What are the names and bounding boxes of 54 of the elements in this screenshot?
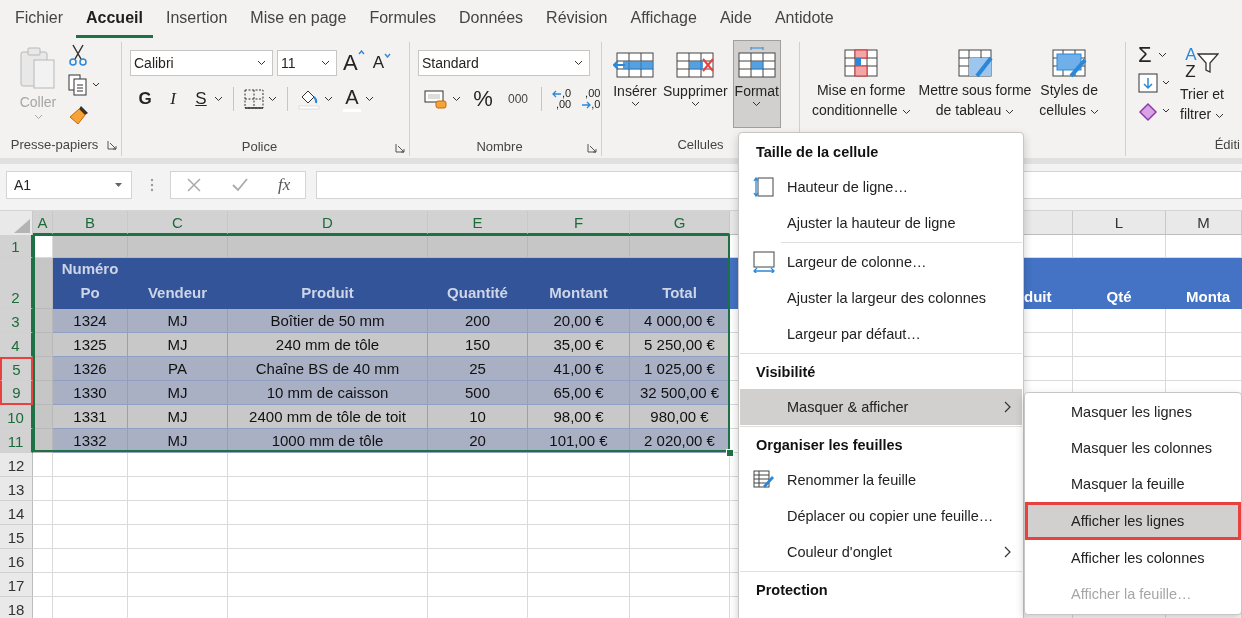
table-header-cell: Quantité (428, 258, 528, 309)
table-cell: 32 500,00 € (630, 381, 730, 405)
table-cell: 20 (428, 429, 528, 453)
table-header-cell: Qté (1073, 258, 1166, 309)
table-cell: 101,00 € (528, 429, 630, 453)
table-header-cell: Total (630, 258, 730, 309)
table-cell: 41,00 € (528, 357, 630, 381)
table-cell: MJ (128, 333, 228, 357)
table-cell: PA (128, 357, 228, 381)
group-label: Cellules (677, 136, 724, 152)
table-cell: 35,00 € (528, 333, 630, 357)
table-cell: 980,00 € (630, 405, 730, 429)
table-cell: 200 (428, 309, 528, 333)
table-cell: MJ (128, 429, 228, 453)
table-header-cell: Vendeur (128, 258, 228, 309)
group-label: Police (241, 139, 278, 155)
table-cell: MJ (128, 309, 228, 333)
table-cell: 10 (428, 405, 528, 429)
table-cell: MJ (128, 381, 228, 405)
table-cell: MJ (128, 405, 228, 429)
table-header-cell: Monta (1166, 258, 1242, 309)
table-cell: 65,00 € (528, 381, 630, 405)
table-cell: 1332 (53, 429, 128, 453)
table-header-cell: Numéro Po (53, 258, 128, 309)
table-cell: 1000 mm de tôle (228, 429, 428, 453)
menu-heading: Visibilité (755, 363, 817, 382)
table-header-cell: Montant (528, 258, 630, 309)
table-header-cell: duit (1022, 258, 1073, 309)
table-cell: Chaîne BS de 40 mm (228, 357, 428, 381)
table-cell: 1324 (53, 309, 128, 333)
table-cell: 4 000,00 € (630, 309, 730, 333)
table-cell: 98,00 € (528, 405, 630, 429)
table-header-cell: Produit (228, 258, 428, 309)
table-cell: 240 mm de tôle (228, 333, 428, 357)
table-cell: 25 (428, 357, 528, 381)
group-label: Nombre (476, 139, 523, 155)
table-cell: 1330 (53, 381, 128, 405)
table-cell: 10 mm de caisson (228, 381, 428, 405)
table-cell: 1326 (53, 357, 128, 381)
menu-heading: Organiser les feuilles (755, 436, 904, 455)
table-cell: Boîtier de 50 mm (228, 309, 428, 333)
table-cell: 2400 mm de tôle de toit (228, 405, 428, 429)
group-label: Éditi (1214, 136, 1240, 152)
menu-heading: Protection (755, 581, 829, 600)
table-cell: 5 250,00 € (630, 333, 730, 357)
menu-heading: Taille de la cellule (755, 143, 880, 162)
table-cell: 2 020,00 € (630, 429, 730, 453)
table-cell: 500 (428, 381, 528, 405)
group-label: Presse-papiers (10, 136, 99, 152)
table-cell: 1331 (53, 405, 128, 429)
table-cell: 1325 (53, 333, 128, 357)
table-cell: 150 (428, 333, 528, 357)
table-cell: 20,00 € (528, 309, 630, 333)
table-cell: 1 025,00 € (630, 357, 730, 381)
